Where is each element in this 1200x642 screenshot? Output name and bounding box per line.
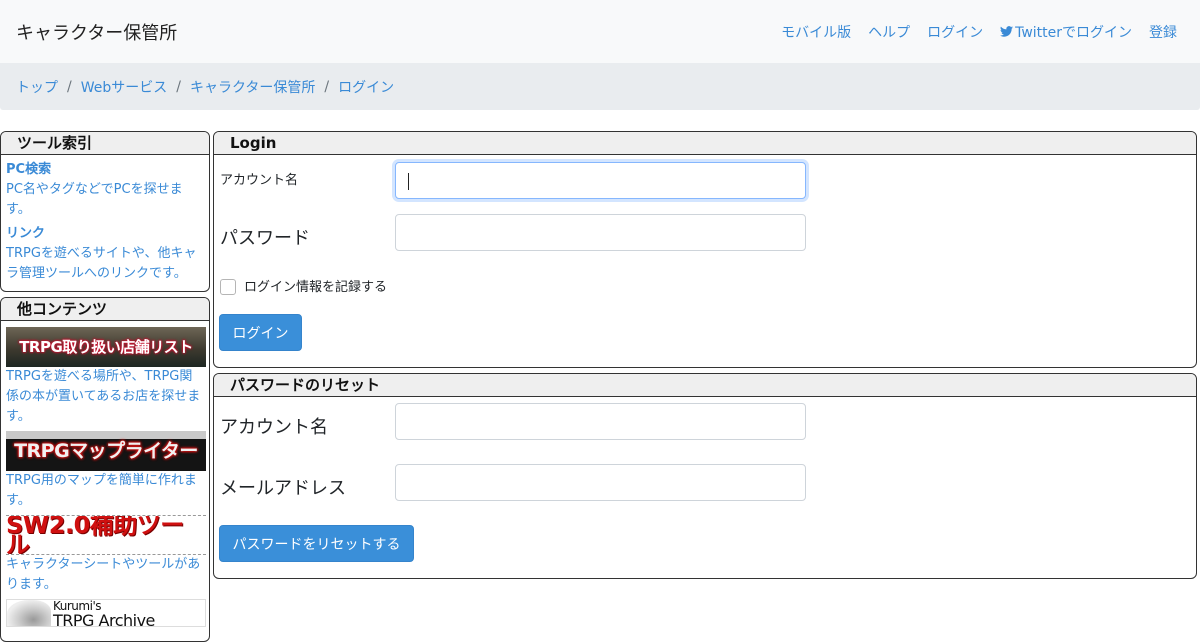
tool-index-title: ツール索引	[1, 132, 209, 155]
reset-account-input[interactable]	[395, 403, 806, 440]
reset-panel: パスワードのリセット アカウント名 メールアドレス パスワードをリセットする	[213, 373, 1197, 579]
links-link[interactable]: リンク	[6, 224, 204, 244]
breadcrumb-separator: /	[67, 78, 72, 95]
pc-search-desc: PC名やタグなどでPCを探せます。	[6, 182, 183, 217]
nav-twitter-login-link[interactable]: Twitterでログイン	[1000, 22, 1132, 42]
login-password-input[interactable]	[395, 214, 806, 251]
breadcrumb-separator: /	[176, 78, 181, 95]
nav-register-link[interactable]: 登録	[1149, 22, 1177, 42]
breadcrumb-separator: /	[324, 78, 330, 95]
shop-list-banner[interactable]: TRPG取り扱い店舗リスト	[6, 327, 206, 367]
sw20-tool-banner[interactable]: SW2.0補助ツール	[6, 515, 206, 555]
breadcrumb-top[interactable]: トップ	[16, 77, 58, 97]
other-contents-panel: 他コンテンツ TRPG取り扱い店舗リスト TRPGを遊べる場所や、TRPG関係の…	[0, 297, 210, 642]
nav-links: モバイル版 ヘルプ ログイン Twitterでログイン 登録	[781, 22, 1184, 42]
brand[interactable]: キャラクター保管所	[16, 19, 177, 45]
remember-label[interactable]: ログイン情報を記録する	[244, 276, 387, 295]
links-desc: TRPGを遊べるサイトや、他キャラ管理ツールへのリンクです。	[6, 246, 197, 281]
breadcrumb-web-services[interactable]: Webサービス	[81, 77, 168, 97]
sw20-tool-desc: キャラクターシートやツールがあります。	[6, 557, 201, 592]
nav-help-link[interactable]: ヘルプ	[868, 22, 910, 42]
navbar: キャラクター保管所 モバイル版 ヘルプ ログイン Twitterでログイン 登録	[0, 0, 1200, 63]
breadcrumb: トップ / Webサービス / キャラクター保管所 / ログイン	[0, 63, 1200, 110]
nav-twitter-login-label: Twitterでログイン	[1015, 24, 1132, 41]
login-account-label: アカウント名	[220, 173, 299, 188]
kurumi-archive-banner[interactable]: Kurumi's TRPG Archive	[6, 599, 206, 627]
reset-title: パスワードのリセット	[214, 374, 1196, 397]
breadcrumb-login[interactable]: ログイン	[338, 77, 394, 97]
remember-checkbox[interactable]	[220, 279, 236, 295]
shop-list-desc: TRPGを遊べる場所や、TRPG関係の本が置いてあるお店を探せます。	[6, 369, 201, 424]
nav-login-link[interactable]: ログイン	[927, 22, 983, 42]
text-caret	[408, 173, 409, 190]
map-writer-banner[interactable]: TRPGマップライター	[6, 431, 206, 471]
login-account-input[interactable]	[395, 162, 806, 199]
reset-account-label: アカウント名	[220, 417, 328, 438]
map-writer-desc: TRPG用のマップを簡単に作れます。	[6, 473, 197, 508]
login-password-label: パスワード	[220, 228, 310, 249]
reset-password-button[interactable]: パスワードをリセットする	[219, 525, 414, 562]
login-button[interactable]: ログイン	[219, 314, 302, 351]
reset-email-input[interactable]	[395, 464, 806, 501]
other-contents-title: 他コンテンツ	[1, 298, 209, 321]
kurumi-archive-big-text: TRPG Archive	[53, 611, 155, 627]
login-panel: Login アカウント名 パスワード ログイン情報を記録する ログイン	[213, 131, 1197, 368]
twitter-icon	[1000, 26, 1014, 37]
breadcrumb-character-storage[interactable]: キャラクター保管所	[190, 77, 315, 97]
tool-index-panel: ツール索引 PC検索 PC名やタグなどでPCを探せます。 リンク TRPGを遊べ…	[0, 131, 210, 292]
reset-email-label: メールアドレス	[220, 478, 346, 499]
pc-search-link[interactable]: PC検索	[6, 160, 204, 180]
login-title: Login	[214, 132, 1196, 155]
swirl-logo-icon	[7, 600, 51, 626]
nav-mobile-link[interactable]: モバイル版	[781, 22, 851, 42]
